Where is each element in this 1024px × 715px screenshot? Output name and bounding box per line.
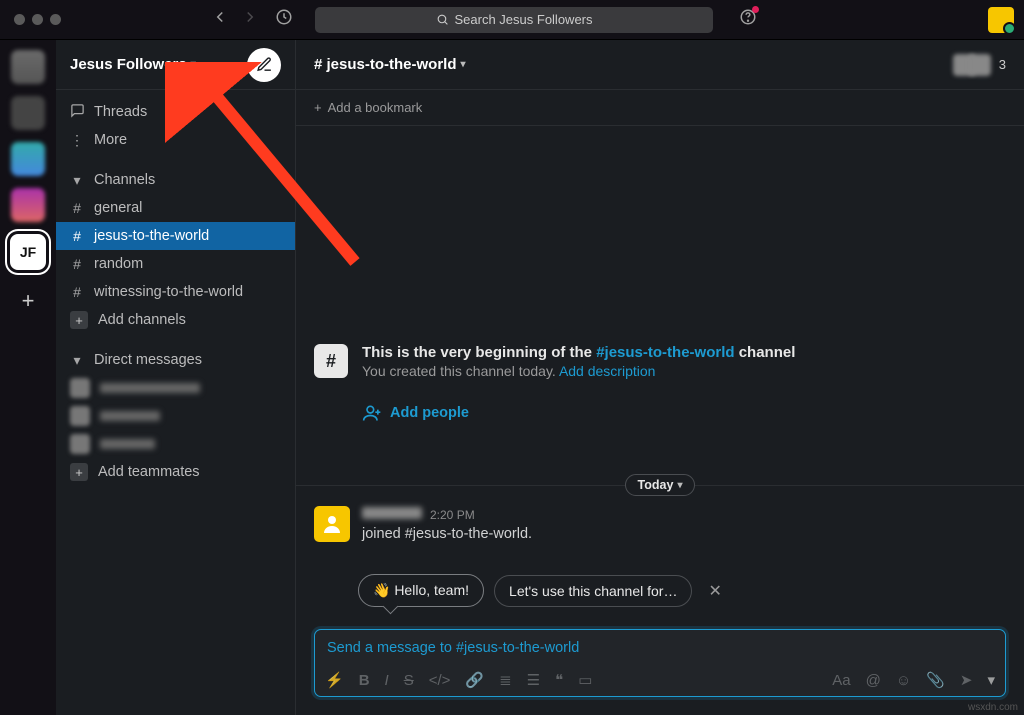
channel-witnessing[interactable]: #witnessing-to-the-world xyxy=(56,278,295,306)
send-options-icon[interactable]: ▾ xyxy=(987,671,995,689)
avatar-icon xyxy=(314,506,350,542)
message-text: joined #jesus-to-the-world. xyxy=(362,526,532,542)
attach-icon[interactable]: 📎 xyxy=(926,671,945,689)
strike-icon[interactable]: S xyxy=(404,672,414,689)
italic-icon[interactable]: I xyxy=(385,672,389,689)
workspace-switcher-item[interactable] xyxy=(11,96,45,130)
add-bookmark[interactable]: +Add a bookmark xyxy=(296,90,1024,126)
channel-link[interactable]: #jesus-to-the-world xyxy=(596,344,734,361)
add-people-button[interactable]: Add people xyxy=(362,403,1006,423)
add-description-link[interactable]: Add description xyxy=(559,363,656,379)
channel-title[interactable]: # jesus-to-the-world▾ xyxy=(314,56,466,73)
dm-item[interactable] xyxy=(56,402,295,430)
add-teammates[interactable]: +Add teammates xyxy=(56,458,295,486)
dms-section[interactable]: ▾Direct messages xyxy=(56,346,295,374)
workspace-switcher-item[interactable] xyxy=(11,142,45,176)
suggestion-chip[interactable]: 👋 Hello, team! xyxy=(358,574,484,607)
sidebar: Jesus Followers▾ Threads ⋮More ▾Channels… xyxy=(56,40,296,715)
emoji-icon[interactable]: ☺ xyxy=(896,672,911,689)
compose-button[interactable] xyxy=(247,48,281,82)
channels-section[interactable]: ▾Channels xyxy=(56,166,295,194)
channel-content: # jesus-to-the-world▾ 3 +Add a bookmark … xyxy=(296,40,1024,715)
bold-icon[interactable]: B xyxy=(359,672,370,689)
channel-general[interactable]: #general xyxy=(56,194,295,222)
watermark: wsxdn.com xyxy=(968,702,1018,713)
mention-icon[interactable]: @ xyxy=(866,672,881,689)
format-icon[interactable]: Aa xyxy=(832,672,850,689)
message-composer[interactable]: Send a message to #jesus-to-the-world ⚡ … xyxy=(314,629,1006,697)
channel-members[interactable]: 3 xyxy=(953,54,1006,76)
channel-intro-sub: You created this channel today. Add desc… xyxy=(362,363,795,379)
dm-item[interactable] xyxy=(56,430,295,458)
workspace-switcher-item[interactable] xyxy=(11,188,45,222)
composer-input[interactable]: Send a message to #jesus-to-the-world xyxy=(315,630,1005,666)
more-link[interactable]: ⋮More xyxy=(56,126,295,154)
channel-intro-title: This is the very beginning of the #jesus… xyxy=(362,344,795,361)
top-toolbar: Search Jesus Followers xyxy=(0,0,1024,40)
codeblock-icon[interactable]: ▭ xyxy=(578,671,592,689)
add-channels[interactable]: +Add channels xyxy=(56,306,295,334)
quote-icon[interactable]: ❝ xyxy=(555,671,563,689)
workspace-rail: JF + xyxy=(0,40,56,715)
system-message: 2:20 PM joined #jesus-to-the-world. xyxy=(314,506,532,542)
add-workspace-button[interactable]: + xyxy=(22,288,35,314)
dm-item[interactable] xyxy=(56,374,295,402)
date-divider[interactable]: Today▾ xyxy=(296,474,1024,496)
dismiss-suggestions[interactable]: ✕ xyxy=(708,581,721,601)
ul-icon[interactable]: ☰ xyxy=(527,671,540,689)
code-icon[interactable]: </> xyxy=(429,672,451,689)
channel-random[interactable]: #random xyxy=(56,250,295,278)
history-button[interactable] xyxy=(275,8,293,31)
forward-button[interactable] xyxy=(241,8,259,31)
channel-jesus-to-the-world[interactable]: #jesus-to-the-world xyxy=(56,222,295,250)
workspace-switcher-item[interactable] xyxy=(11,50,45,84)
user-avatar[interactable] xyxy=(988,7,1014,33)
shortcuts-icon[interactable]: ⚡ xyxy=(325,671,344,689)
threads-link[interactable]: Threads xyxy=(56,98,295,126)
link-icon[interactable]: 🔗 xyxy=(465,671,484,689)
workspace-menu[interactable]: Jesus Followers▾ xyxy=(70,56,196,73)
hash-icon: # xyxy=(314,344,348,378)
help-button[interactable] xyxy=(739,8,757,31)
send-button[interactable]: ➤ xyxy=(960,671,973,689)
back-button[interactable] xyxy=(211,8,229,31)
search-input[interactable]: Search Jesus Followers xyxy=(315,7,713,33)
search-placeholder: Search Jesus Followers xyxy=(455,12,593,27)
message-time: 2:20 PM xyxy=(430,508,475,522)
plus-icon: + xyxy=(314,100,322,115)
workspace-switcher-active[interactable]: JF xyxy=(10,234,46,270)
ol-icon[interactable]: ≣ xyxy=(499,671,512,689)
sender-name[interactable] xyxy=(362,507,422,519)
suggestion-chip[interactable]: Let's use this channel for… xyxy=(494,575,692,607)
window-controls[interactable] xyxy=(14,14,61,25)
